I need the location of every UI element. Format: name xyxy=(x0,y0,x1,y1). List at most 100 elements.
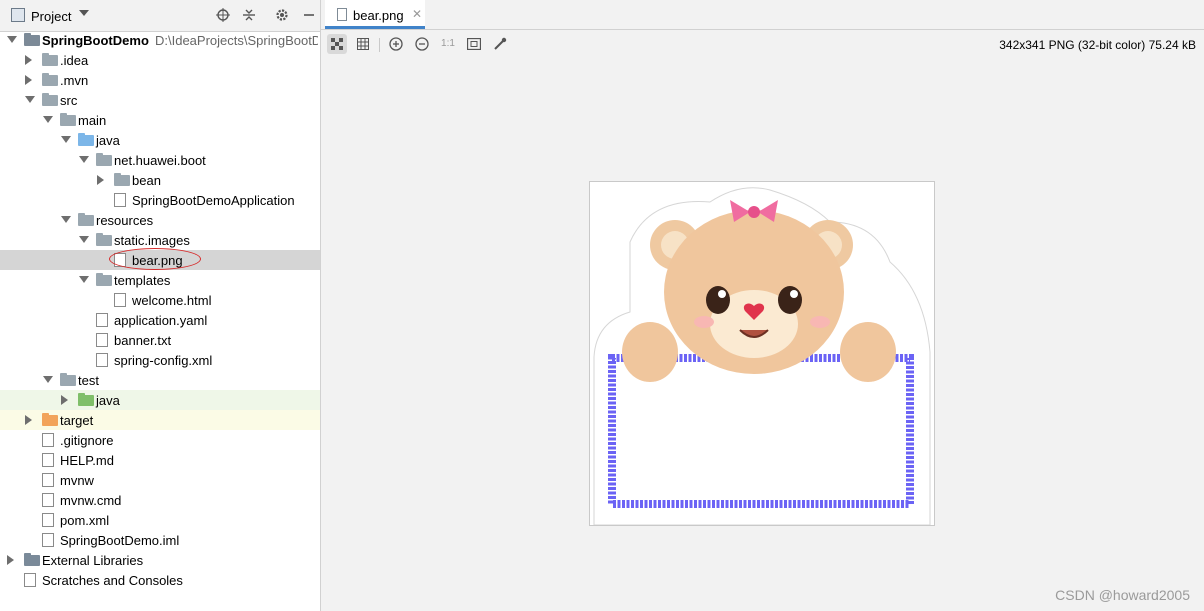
project-panel-header: Project xyxy=(0,0,320,32)
project-panel-title[interactable]: Project xyxy=(31,9,71,24)
fit-to-window-icon[interactable] xyxy=(464,34,484,54)
chevron-down-icon[interactable] xyxy=(25,96,35,103)
chevron-down-icon[interactable] xyxy=(43,116,53,123)
tree-item[interactable]: bear.png xyxy=(0,248,320,270)
tree-item[interactable]: application.yaml xyxy=(0,310,320,330)
tree-item-label: main xyxy=(78,113,107,128)
scratches-icon xyxy=(24,573,36,587)
tree-item[interactable]: welcome.html xyxy=(0,290,320,310)
tree-item-label: Scratches and Consoles xyxy=(42,573,183,588)
tree-item-label: test xyxy=(78,373,99,388)
folder-icon xyxy=(42,53,58,66)
close-icon[interactable]: ✕ xyxy=(412,7,422,21)
tree-item[interactable]: Scratches and Consoles xyxy=(0,570,320,590)
tree-item-label: SpringBootDemo.iml xyxy=(60,533,180,548)
tree-item-label: bean xyxy=(132,173,161,188)
chevron-down-icon[interactable] xyxy=(79,276,89,283)
text-file-icon xyxy=(42,493,54,507)
tree-item[interactable]: main xyxy=(0,110,320,130)
tree-item[interactable]: mvnw xyxy=(0,470,320,490)
chevron-right-icon[interactable] xyxy=(25,55,32,65)
tree-item-label: resources xyxy=(96,213,154,228)
tree-item[interactable]: .idea xyxy=(0,50,320,70)
test-folder-icon xyxy=(78,393,94,406)
chevron-down-icon[interactable] xyxy=(61,136,71,143)
tree-item[interactable]: mvnw.cmd xyxy=(0,490,320,510)
resources-folder-icon xyxy=(78,213,94,226)
chevron-down-icon[interactable] xyxy=(79,236,89,243)
watermark: CSDN @howard2005 xyxy=(1055,587,1190,603)
image-editor-toolbar: 1:1 342x341 PNG (32-bit color) 75.24 kB xyxy=(321,30,1204,58)
tab-bear-png[interactable]: bear.png ✕ xyxy=(325,0,425,29)
tree-item[interactable]: src xyxy=(0,90,320,110)
editor-tab-bar: bear.png ✕ xyxy=(321,0,1204,30)
tree-item-label: java xyxy=(96,393,120,408)
tree-item[interactable]: External Libraries xyxy=(0,550,320,570)
image-file-icon xyxy=(337,8,347,21)
tree-item[interactable]: java xyxy=(0,130,320,150)
tree-item[interactable]: SpringBootDemo.iml xyxy=(0,530,320,550)
yaml-file-icon xyxy=(96,313,108,327)
tree-item-label: src xyxy=(60,93,78,108)
tree-item[interactable]: pom.xml xyxy=(0,510,320,530)
tree-item[interactable]: target xyxy=(0,410,320,430)
html-file-icon xyxy=(114,293,126,307)
tree-item-label: mvnw.cmd xyxy=(60,493,122,508)
tree-item[interactable]: SpringBootDemo D:\IdeaProjects\SpringBoot… xyxy=(0,30,320,50)
tree-item-label: pom.xml xyxy=(60,513,110,528)
tree-item[interactable]: banner.txt xyxy=(0,330,320,350)
chevron-right-icon[interactable] xyxy=(7,555,14,565)
chevron-down-icon[interactable] xyxy=(43,376,53,383)
maven-file-icon xyxy=(42,513,54,527)
chevron-down-icon[interactable] xyxy=(79,156,89,163)
tree-item-label: welcome.html xyxy=(132,293,212,308)
tree-item[interactable]: bean xyxy=(0,170,320,190)
folder-icon xyxy=(96,233,112,246)
chevron-right-icon[interactable] xyxy=(25,415,32,425)
tree-item-label: mvnw xyxy=(60,473,94,488)
chevron-down-icon[interactable] xyxy=(79,10,89,16)
tree-item[interactable]: spring-config.xml xyxy=(0,350,320,370)
tree-item-label: net.huawei.boot xyxy=(114,153,206,168)
tree-item-label: .mvn xyxy=(60,73,89,88)
chevron-right-icon[interactable] xyxy=(97,175,104,185)
toolbar-separator xyxy=(379,38,380,52)
tree-item[interactable]: .gitignore xyxy=(0,430,320,450)
image-preview xyxy=(589,181,935,526)
image-info: 342x341 PNG (32-bit color) 75.24 kB xyxy=(999,38,1196,52)
grid-icon[interactable] xyxy=(353,34,373,54)
chevron-down-icon[interactable] xyxy=(7,36,17,43)
gear-icon[interactable] xyxy=(275,8,289,22)
tree-item[interactable]: SpringBootDemoApplication xyxy=(0,190,320,210)
tree-item-label: .idea xyxy=(60,53,89,68)
tree-item[interactable]: resources xyxy=(0,210,320,230)
chevron-down-icon[interactable] xyxy=(61,216,71,223)
module-path: D:\IdeaProjects\SpringBootD xyxy=(155,33,318,48)
tree-item[interactable]: .mvn xyxy=(0,70,320,90)
project-panel: Project SpringBootDemo D:\IdeaProjects\Sp… xyxy=(0,0,321,611)
tree-item-label: java xyxy=(96,133,120,148)
chessboard-icon[interactable] xyxy=(327,34,347,54)
locate-icon[interactable] xyxy=(216,8,230,22)
hide-panel-icon[interactable] xyxy=(302,8,316,22)
zoom-in-icon[interactable] xyxy=(386,34,406,54)
folder-icon xyxy=(42,93,58,106)
folder-icon xyxy=(96,273,112,286)
color-picker-icon[interactable] xyxy=(490,34,510,54)
actual-size-button[interactable]: 1:1 xyxy=(438,34,458,54)
zoom-out-icon[interactable] xyxy=(412,34,432,54)
tree-item[interactable]: test xyxy=(0,370,320,390)
project-view-icon xyxy=(11,8,25,22)
collapse-all-icon[interactable] xyxy=(242,8,256,22)
chevron-right-icon[interactable] xyxy=(61,395,68,405)
folder-icon xyxy=(60,113,76,126)
chevron-right-icon[interactable] xyxy=(25,75,32,85)
tree-item[interactable]: HELP.md xyxy=(0,450,320,470)
tree-item-label: .gitignore xyxy=(60,433,114,448)
tree-item[interactable]: java xyxy=(0,390,320,410)
tree-item[interactable]: templates xyxy=(0,270,320,290)
annotation-circle xyxy=(109,248,201,270)
tree-item[interactable]: static.images xyxy=(0,230,320,250)
folder-icon xyxy=(60,373,76,386)
tree-item[interactable]: net.huawei.boot xyxy=(0,150,320,170)
